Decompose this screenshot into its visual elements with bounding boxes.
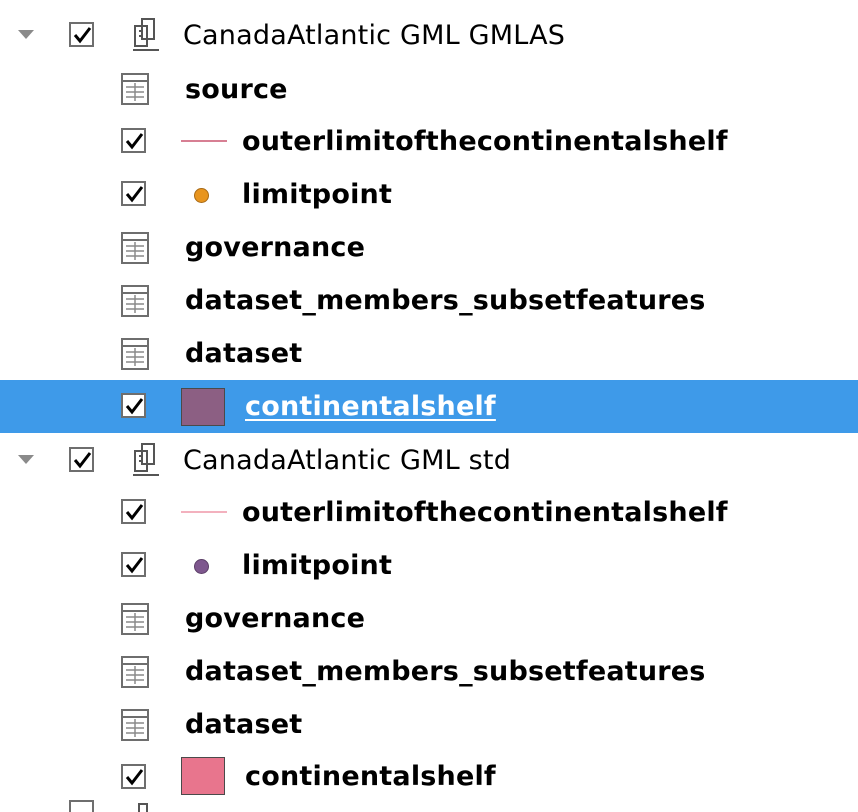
group-label: CanadaAtlantic GML GMLAS xyxy=(183,20,566,51)
table-icon xyxy=(121,73,149,105)
tree-row-governance[interactable]: governance xyxy=(0,221,858,274)
layer-checkbox[interactable] xyxy=(121,128,146,153)
layer-checkbox[interactable] xyxy=(121,764,146,789)
table-icon xyxy=(121,232,149,264)
point-symbol-icon xyxy=(194,559,209,574)
layer-group-icon xyxy=(133,443,159,476)
layer-label: outerlimitofthecontinentalshelf xyxy=(242,497,728,528)
line-symbol-icon xyxy=(181,511,227,513)
layer-label: continentalshelf xyxy=(245,391,496,422)
tree-row-group-std[interactable]: CanadaAtlantic GML std xyxy=(0,433,858,486)
layer-checkbox[interactable] xyxy=(69,22,94,47)
layer-label: dataset_members_subsetfeatures xyxy=(185,285,706,316)
table-icon xyxy=(121,709,149,741)
layer-label: outerlimitofthecontinentalshelf xyxy=(242,126,728,157)
layer-checkbox[interactable] xyxy=(69,447,94,472)
tree-row-continentalshelf[interactable]: continentalshelf xyxy=(0,751,858,804)
table-icon xyxy=(121,285,149,317)
layer-label: dataset xyxy=(185,709,303,740)
checkmark-icon xyxy=(73,27,92,44)
layer-checkbox[interactable] xyxy=(121,181,146,206)
line-symbol-icon xyxy=(181,140,227,142)
layer-tree: CanadaAtlantic GML GMLAS source outerlim… xyxy=(0,0,858,812)
polygon-symbol-icon xyxy=(181,388,225,426)
layer-label: continentalshelf xyxy=(245,761,496,792)
group-label: CanadaAtlantic GML std xyxy=(183,445,512,476)
table-icon xyxy=(121,656,149,688)
layer-label: limitpoint xyxy=(242,179,393,210)
tree-row-continentalshelf-selected[interactable]: continentalshelf xyxy=(0,380,858,433)
tree-row-dataset-members[interactable]: dataset_members_subsetfeatures xyxy=(0,274,858,327)
layer-group-icon xyxy=(133,18,159,51)
layer-label: dataset xyxy=(185,338,303,369)
tree-row-source[interactable]: source xyxy=(0,62,858,115)
tree-row-governance[interactable]: governance xyxy=(0,592,858,645)
tree-row-outer-limit[interactable]: outerlimitofthecontinentalshelf xyxy=(0,486,858,539)
tree-row-outer-limit[interactable]: outerlimitofthecontinentalshelf xyxy=(0,115,858,168)
tree-row-dataset[interactable]: dataset xyxy=(0,698,858,751)
table-icon xyxy=(121,338,149,370)
tree-row-dataset[interactable]: dataset xyxy=(0,327,858,380)
checkmark-icon xyxy=(125,398,144,415)
tree-row-dataset-members[interactable]: dataset_members_subsetfeatures xyxy=(0,645,858,698)
checkmark-icon xyxy=(125,769,144,786)
tree-row-limitpoint[interactable]: limitpoint xyxy=(0,539,858,592)
checkmark-icon xyxy=(73,452,92,469)
checkmark-icon xyxy=(125,133,144,150)
layer-label: governance xyxy=(185,232,366,263)
table-icon xyxy=(121,603,149,635)
tree-row-limitpoint[interactable]: limitpoint xyxy=(0,168,858,221)
layer-checkbox[interactable] xyxy=(121,499,146,524)
layer-label: limitpoint xyxy=(242,550,393,581)
layer-label: source xyxy=(185,74,288,105)
layer-checkbox[interactable] xyxy=(69,800,94,812)
layer-label: governance xyxy=(185,603,366,634)
checkmark-icon xyxy=(125,186,144,203)
tree-row-group-gmlas[interactable]: CanadaAtlantic GML GMLAS xyxy=(0,8,858,61)
chevron-down-icon[interactable] xyxy=(18,30,34,39)
layer-label: dataset_members_subsetfeatures xyxy=(185,656,706,687)
polygon-symbol-icon xyxy=(181,757,225,795)
layer-checkbox[interactable] xyxy=(121,393,146,418)
checkmark-icon xyxy=(125,504,144,521)
layer-group-icon xyxy=(138,803,148,812)
checkmark-icon xyxy=(125,557,144,574)
chevron-down-icon[interactable] xyxy=(18,455,34,464)
point-symbol-icon xyxy=(194,188,209,203)
layer-checkbox[interactable] xyxy=(121,552,146,577)
